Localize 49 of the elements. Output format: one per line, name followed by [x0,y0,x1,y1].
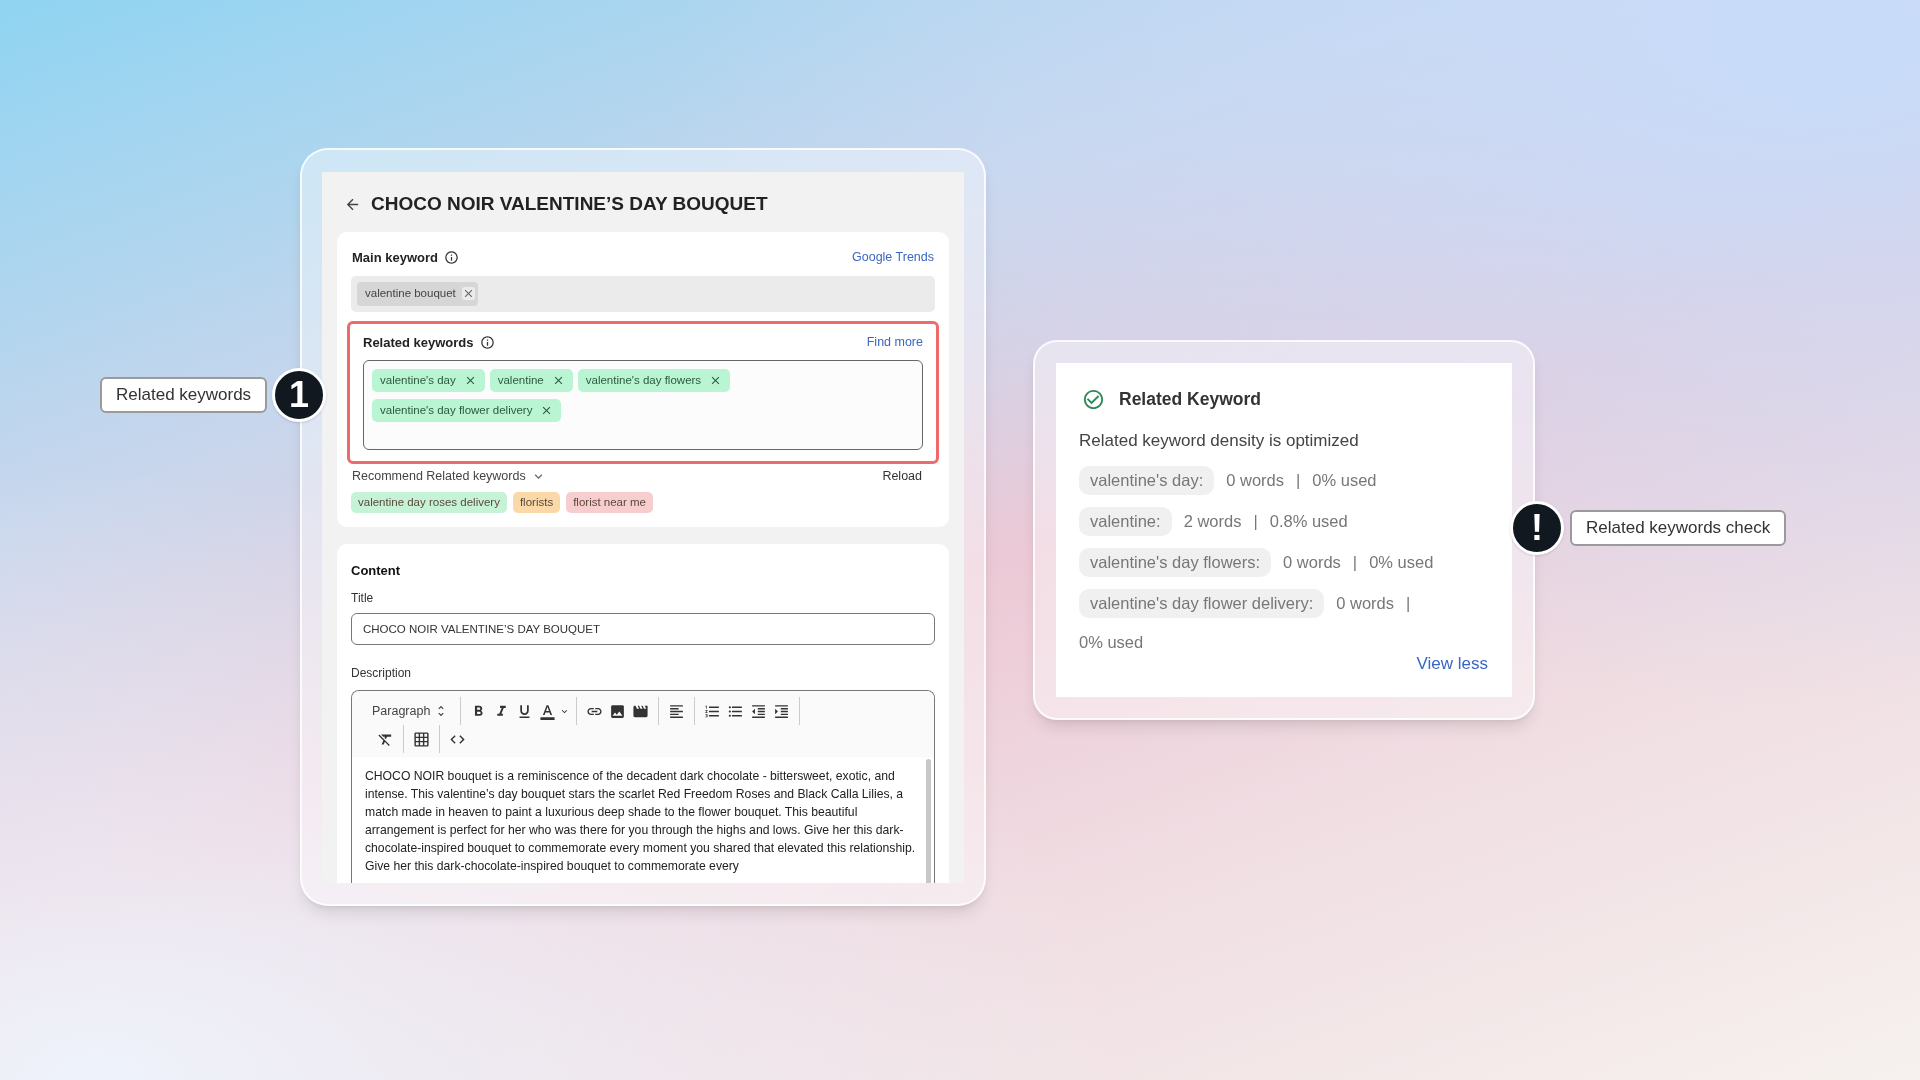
usage-text: 0% used [1079,631,1144,653]
format-select[interactable]: Paragraph [372,701,455,721]
keyword-chip: valentine's day flowers: [1079,547,1272,577]
suggested-keyword-tag[interactable]: valentine day roses delivery [351,491,507,513]
keyword-tag: valentine bouquet [357,281,478,306]
word-count: 0 words [1283,551,1341,573]
keyword-tag: valentine's day flower delivery [372,399,562,422]
section-heading: Content [351,561,402,580]
suggested-keyword-tag[interactable]: florists [512,491,561,513]
info-icon[interactable] [443,250,459,266]
info-icon[interactable] [479,334,495,350]
usage-text: 0% used [1369,551,1434,573]
callout-marker: 1 [272,368,327,422]
google-trends-link[interactable]: Google Trends [852,248,934,268]
usage-text: 0% used [1312,469,1377,491]
view-less-link[interactable]: View less [1416,650,1488,676]
reload-button[interactable]: Reload [882,467,922,486]
check-title: Related Keyword [1119,388,1261,411]
callout-label: Related keywords check [1570,510,1787,546]
usage-text: 0.8% used [1269,510,1348,532]
word-count: 2 words [1183,510,1242,532]
callout-label: Related keywords [100,377,268,413]
separator-text: | [1406,592,1411,614]
keyword-tag: valentine [489,369,573,392]
title-field[interactable]: CHOCO NOIR VALENTINE’S DAY BOUQUET [351,613,935,646]
suggested-keyword-tag[interactable]: florist near me [566,491,653,513]
find-more-link[interactable]: Find more [866,332,923,352]
keyword-chip: valentine's day flower delivery: [1079,588,1325,618]
keyword-tag: valentine's day flowers [577,369,731,392]
keyword-chip: valentine: [1079,506,1172,536]
callout-marker: ! [1510,501,1564,555]
related-keywords-field[interactable]: valentine's day valentine valentine's day flowers valentine's day flower delivery [363,360,923,450]
field-label: Title [351,590,375,608]
main-keyword-field[interactable]: valentine bouquet [351,275,935,312]
keyword-tag: valentine's day [372,369,485,392]
word-count: 0 words [1226,469,1284,491]
remove-icon[interactable] [461,287,475,300]
recommend-label: Recommend Related keywords [352,468,526,485]
field-label: Main keyword [352,249,438,267]
keyword-chip: valentine's day: [1079,465,1215,495]
check-summary: Related keyword density is optimized [1079,430,1360,453]
word-count: 0 words [1336,592,1395,614]
description-text[interactable]: CHOCO NOIR bouquet is a reminiscence of the decadent dark chocolate - bittersweet, exotic, and intense. This valentine’s day bouquet stars the scarlet Red Freedom Roses and Black Calla Lilies, a match made in heaven to paint a luxurious deep shade to the flower bouquet. This beautiful arrangement is perfect for her who was there for you through the highs and lows. Give her this dark-chocolate-inspired bouquet to commemorate every moment you shared that elevated this relationship. Give her this dark-chocolate-inspired bouquet to commemorate every [352,757,926,883]
field-label: Related keywords [363,333,474,352]
separator-text: | [1296,469,1301,491]
separator-text: | [1352,551,1358,573]
separator-text: | [1253,510,1258,532]
page-title: CHOCO NOIR VALENTINE’S DAY BOUQUET [371,191,768,216]
field-label: Description [351,665,413,683]
